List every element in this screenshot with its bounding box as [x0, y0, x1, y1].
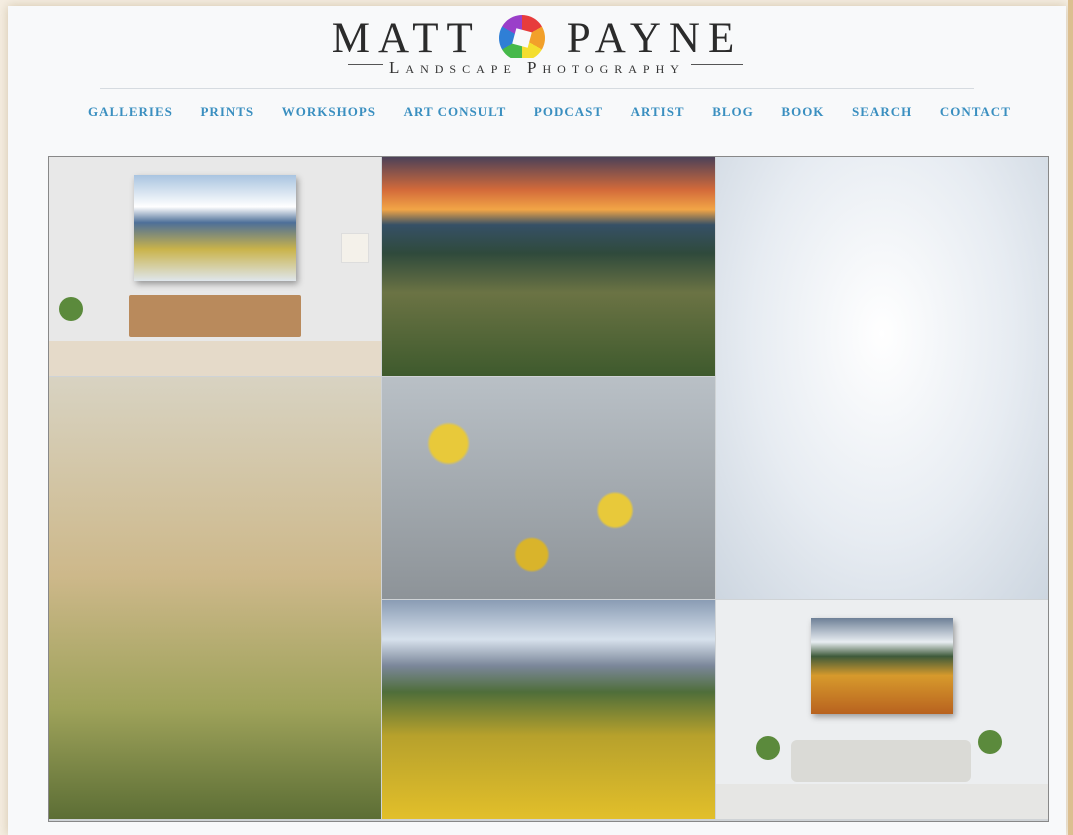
aspen-forest-fog-image[interactable] — [49, 377, 381, 819]
sofa — [791, 740, 971, 782]
photo-grid — [48, 156, 1049, 822]
logo-word-right: PAYNE — [566, 14, 743, 62]
sideboard — [129, 295, 301, 337]
page: MATT PAYNE Landscape Photography GALLERIE… — [8, 6, 1066, 835]
sunset-valley-fog-image[interactable] — [382, 157, 715, 376]
aspen-leaves-closeup-image[interactable] — [382, 377, 715, 599]
site-logo[interactable]: MATT PAYNE Landscape Photography — [8, 10, 1066, 80]
logo-subtitle: Landscape Photography — [8, 58, 1066, 78]
interior-mockup-sofa-image[interactable] — [716, 600, 1048, 819]
nav-search[interactable]: SEARCH — [852, 104, 912, 120]
nav-workshops[interactable]: WORKSHOPS — [282, 104, 376, 120]
framed-print — [134, 175, 296, 281]
nav-blog[interactable]: BLOG — [712, 104, 754, 120]
snowy-tree-image[interactable] — [716, 157, 1048, 599]
nav-contact[interactable]: CONTACT — [940, 104, 1011, 120]
nav-book[interactable]: BOOK — [781, 104, 824, 120]
nav-galleries[interactable]: GALLERIES — [88, 104, 173, 120]
frame-edge — [1068, 0, 1073, 835]
logo-word-left: MATT — [331, 14, 481, 62]
rainbow-aperture-icon — [498, 15, 545, 62]
potted-plant — [756, 736, 780, 760]
mountain-valley-autumn-image[interactable] — [382, 600, 715, 819]
logo-title: MATT PAYNE — [8, 10, 1066, 63]
nav-divider — [100, 88, 974, 89]
lamp — [341, 233, 369, 263]
nav-prints[interactable]: PRINTS — [200, 104, 254, 120]
nav-art-consult[interactable]: ART CONSULT — [404, 104, 507, 120]
nav-artist[interactable]: ARTIST — [631, 104, 685, 120]
interior-mockup-living-room-image[interactable] — [49, 157, 381, 376]
nav-podcast[interactable]: PODCAST — [534, 104, 603, 120]
potted-plant — [59, 297, 83, 321]
potted-plant — [978, 730, 1002, 754]
framed-print — [811, 618, 953, 714]
main-nav: GALLERIES PRINTS WORKSHOPS ART CONSULT P… — [88, 104, 1011, 120]
